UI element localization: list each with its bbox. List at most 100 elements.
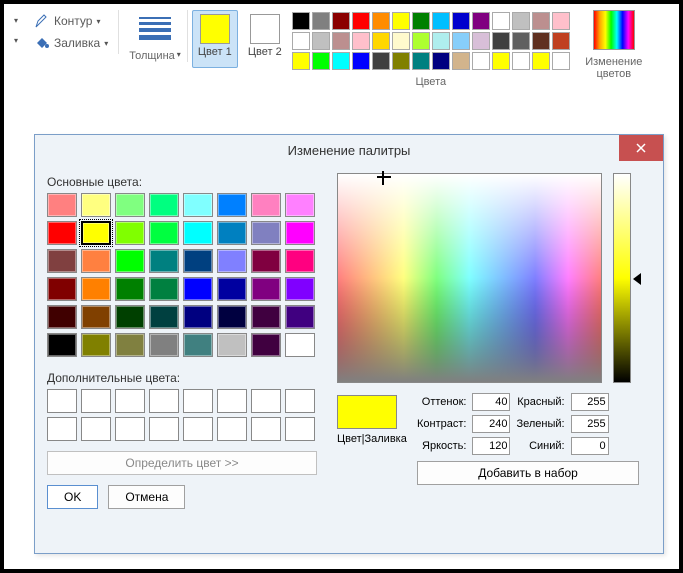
basic-color-swatch[interactable] [251,305,281,329]
red-input[interactable] [571,393,609,411]
palette-swatch[interactable] [332,32,350,50]
palette-swatch[interactable] [412,12,430,30]
basic-color-swatch[interactable] [217,193,247,217]
hue-sat-field[interactable] [337,173,602,383]
custom-color-swatch[interactable] [183,389,213,413]
palette-swatch[interactable] [392,12,410,30]
basic-color-swatch[interactable] [285,221,315,245]
custom-color-swatch[interactable] [81,389,111,413]
color2-slot[interactable]: Цвет 2 [242,10,288,68]
basic-color-swatch[interactable] [149,305,179,329]
dialog-titlebar[interactable]: Изменение палитры [35,135,663,165]
palette-swatch[interactable] [332,52,350,70]
palette-swatch[interactable] [292,32,310,50]
custom-color-swatch[interactable] [285,417,315,441]
custom-color-swatch[interactable] [47,389,77,413]
custom-color-swatch[interactable] [47,417,77,441]
palette-swatch[interactable] [452,52,470,70]
palette-swatch[interactable] [352,12,370,30]
palette-swatch[interactable] [552,52,570,70]
basic-color-swatch[interactable] [183,221,213,245]
basic-color-swatch[interactable] [285,193,315,217]
basic-color-swatch[interactable] [115,193,145,217]
palette-swatch[interactable] [312,32,330,50]
custom-color-swatch[interactable] [115,389,145,413]
basic-color-swatch[interactable] [285,333,315,357]
palette-swatch[interactable] [512,12,530,30]
blue-input[interactable] [571,437,609,455]
ok-button[interactable]: OK [47,485,98,509]
basic-color-swatch[interactable] [47,305,77,329]
basic-color-swatch[interactable] [47,277,77,301]
palette-swatch[interactable] [352,32,370,50]
palette-swatch[interactable] [552,12,570,30]
basic-color-swatch[interactable] [183,277,213,301]
basic-color-swatch[interactable] [115,221,145,245]
basic-color-swatch[interactable] [251,333,281,357]
basic-color-swatch[interactable] [81,277,111,301]
custom-color-swatch[interactable] [81,417,111,441]
basic-color-swatch[interactable] [251,221,281,245]
basic-color-swatch[interactable] [81,221,111,245]
palette-swatch[interactable] [532,32,550,50]
basic-color-swatch[interactable] [217,305,247,329]
luminance-arrow-icon[interactable] [633,273,641,285]
basic-color-swatch[interactable] [251,193,281,217]
fill-dropdown[interactable]: Заливка ▾ [34,32,108,54]
palette-swatch[interactable] [432,12,450,30]
palette-swatch[interactable] [352,52,370,70]
basic-color-swatch[interactable] [81,193,111,217]
palette-swatch[interactable] [492,32,510,50]
custom-color-swatch[interactable] [285,389,315,413]
basic-color-swatch[interactable] [251,249,281,273]
palette-swatch[interactable] [532,52,550,70]
palette-swatch[interactable] [412,52,430,70]
basic-color-swatch[interactable] [217,221,247,245]
basic-color-swatch[interactable] [183,249,213,273]
custom-color-swatch[interactable] [251,417,281,441]
palette-swatch[interactable] [552,32,570,50]
add-to-custom-button[interactable]: Добавить в набор [417,461,639,485]
basic-color-swatch[interactable] [47,221,77,245]
basic-color-swatch[interactable] [217,249,247,273]
palette-swatch[interactable] [532,12,550,30]
custom-color-swatch[interactable] [217,417,247,441]
basic-color-swatch[interactable] [285,249,315,273]
color1-slot[interactable]: Цвет 1 [192,10,238,68]
basic-color-swatch[interactable] [149,249,179,273]
basic-color-swatch[interactable] [217,277,247,301]
basic-color-swatch[interactable] [149,277,179,301]
basic-color-swatch[interactable] [149,333,179,357]
custom-color-swatch[interactable] [115,417,145,441]
basic-color-swatch[interactable] [183,333,213,357]
ribbon-tiny-button-1[interactable]: ▾ [8,12,24,28]
basic-color-swatch[interactable] [285,277,315,301]
basic-color-swatch[interactable] [81,333,111,357]
edit-colors-button[interactable] [593,10,635,50]
palette-swatch[interactable] [432,32,450,50]
custom-color-swatch[interactable] [149,389,179,413]
sat-input[interactable] [472,415,510,433]
custom-color-swatch[interactable] [183,417,213,441]
palette-swatch[interactable] [292,12,310,30]
basic-color-swatch[interactable] [47,333,77,357]
lum-input[interactable] [472,437,510,455]
palette-swatch[interactable] [432,52,450,70]
basic-color-swatch[interactable] [149,193,179,217]
palette-swatch[interactable] [452,12,470,30]
basic-color-swatch[interactable] [285,305,315,329]
basic-color-swatch[interactable] [115,249,145,273]
basic-color-swatch[interactable] [115,277,145,301]
basic-color-swatch[interactable] [115,305,145,329]
palette-swatch[interactable] [372,32,390,50]
basic-color-swatch[interactable] [115,333,145,357]
palette-swatch[interactable] [372,12,390,30]
palette-swatch[interactable] [472,52,490,70]
basic-color-swatch[interactable] [183,193,213,217]
palette-swatch[interactable] [512,32,530,50]
basic-color-swatch[interactable] [81,249,111,273]
palette-swatch[interactable] [492,12,510,30]
palette-swatch[interactable] [332,12,350,30]
outline-dropdown[interactable]: Контур ▾ [34,10,100,32]
basic-color-swatch[interactable] [47,249,77,273]
